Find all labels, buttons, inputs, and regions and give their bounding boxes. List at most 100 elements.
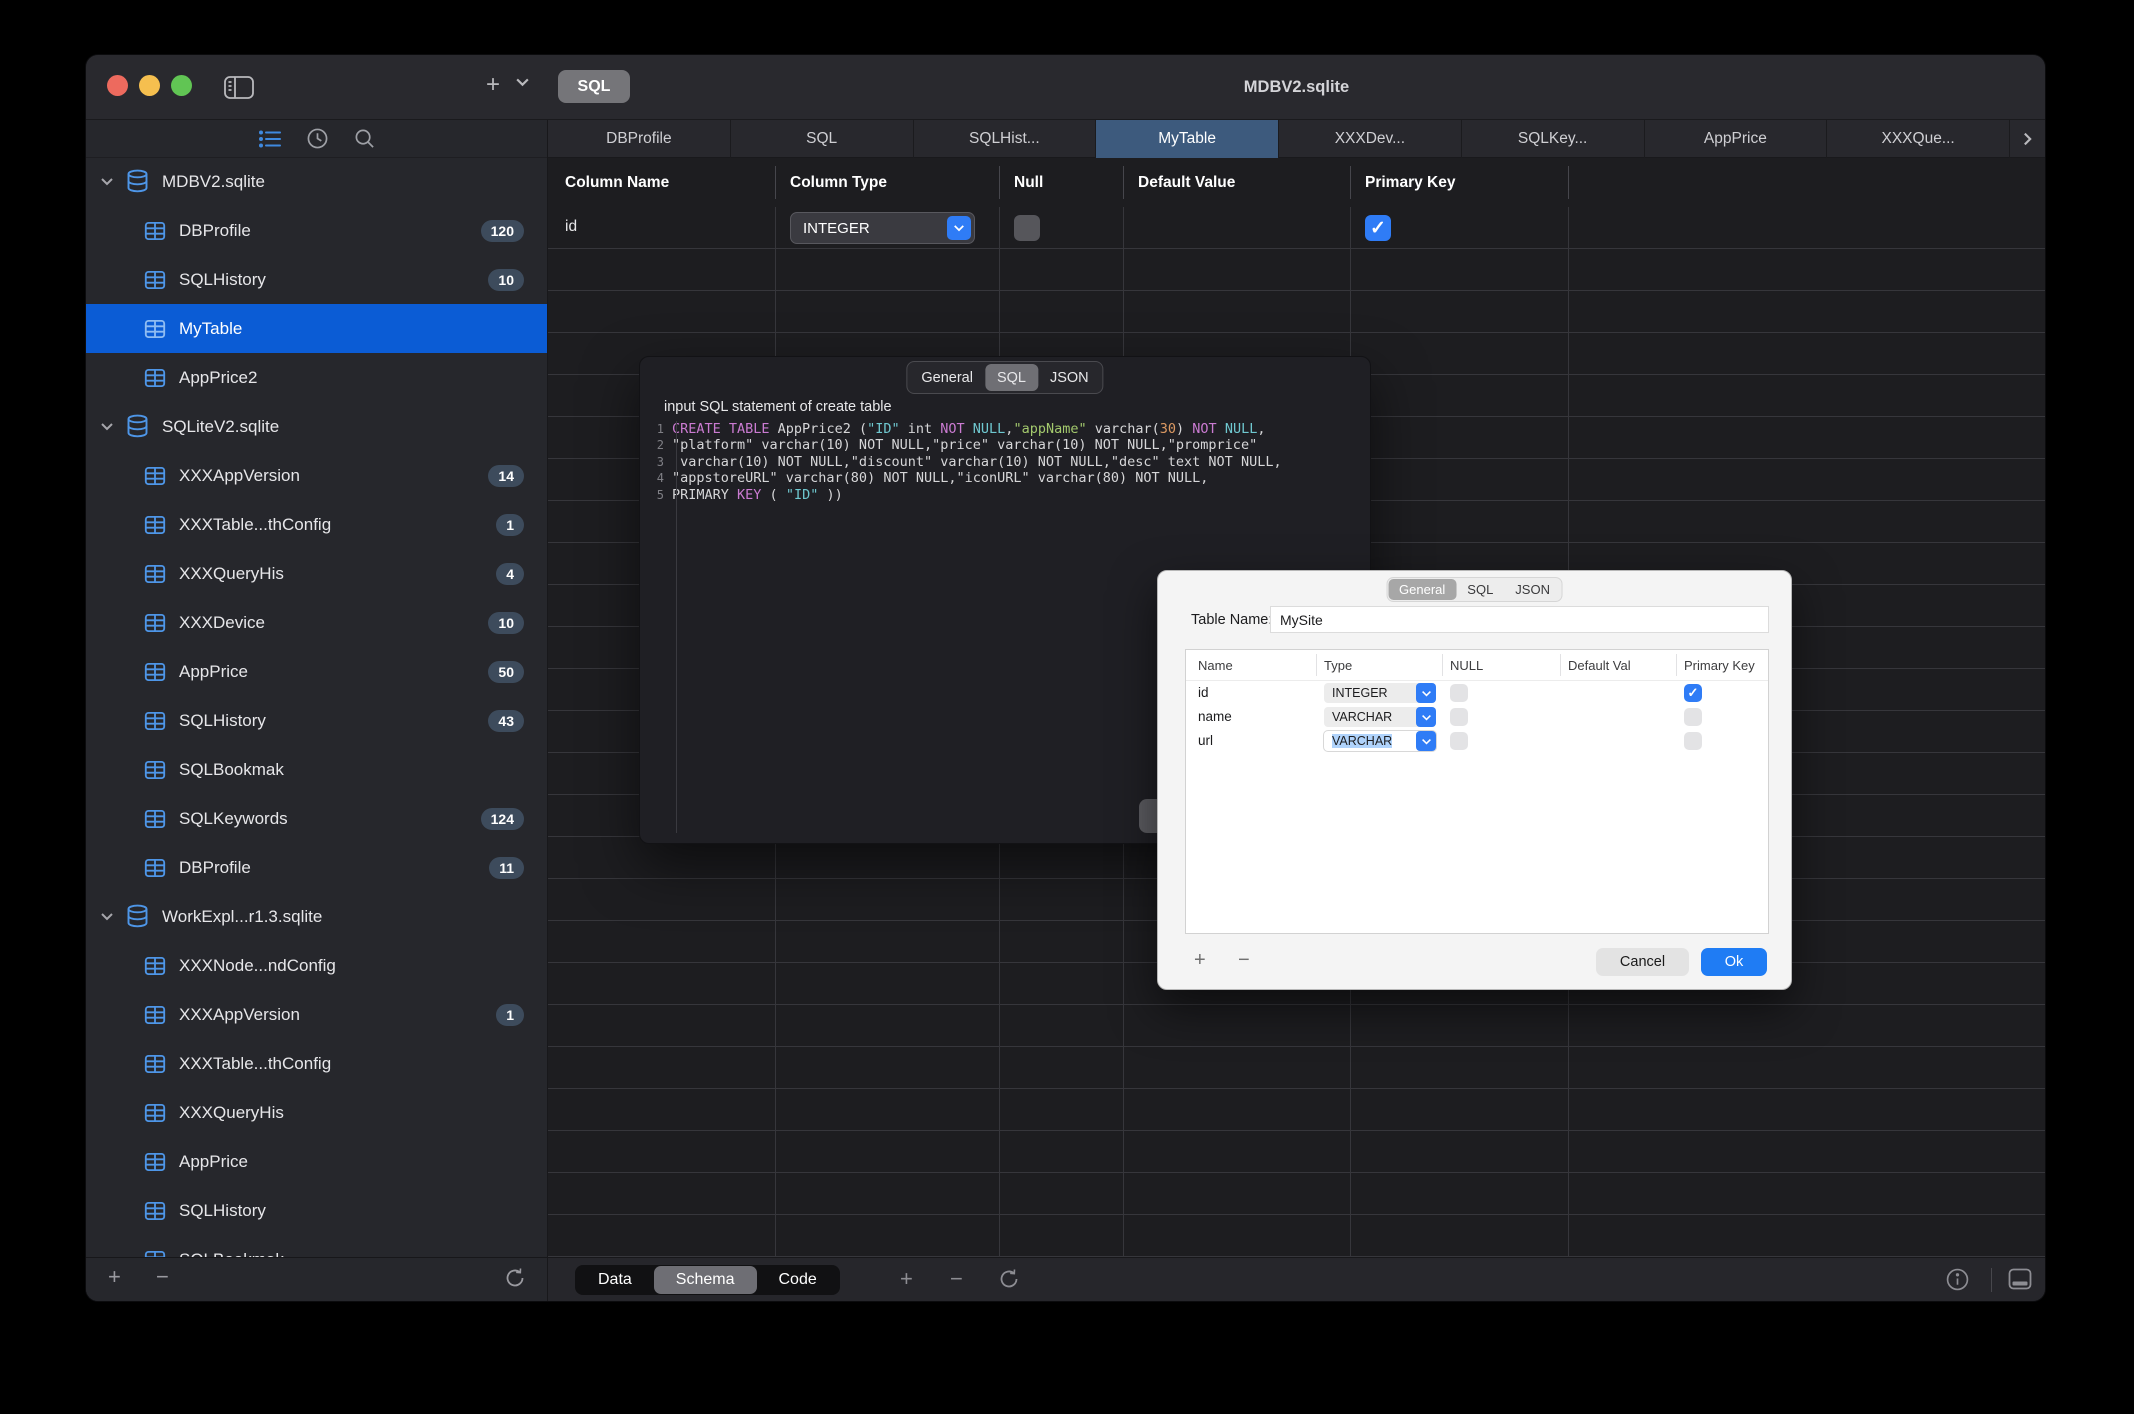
- sidebar-item-table[interactable]: XXXAppVersion 14: [86, 451, 547, 500]
- sidebar-item-table[interactable]: DBProfile 120: [86, 206, 547, 255]
- refresh-icon[interactable]: [998, 1268, 1020, 1290]
- sidebar-item-database[interactable]: MDBV2.sqlite: [86, 157, 547, 206]
- dialog-type-dropdown[interactable]: VARCHAR: [1324, 707, 1436, 727]
- tab-sqlhist[interactable]: SQLHist...: [914, 120, 1097, 158]
- chevron-down-icon[interactable]: [515, 77, 530, 87]
- table-name-field[interactable]: MySite: [1270, 606, 1769, 633]
- dialog-column-row[interactable]: url VARCHAR: [1186, 729, 1768, 753]
- sidebar-item-table[interactable]: DBProfile 11: [86, 843, 547, 892]
- table-row[interactable]: [548, 1047, 2045, 1089]
- panel-tab-json[interactable]: JSON: [1038, 364, 1101, 391]
- database-icon: [124, 903, 151, 930]
- table-icon: [142, 1100, 168, 1126]
- sidebar-item-database[interactable]: SQLiteV2.sqlite: [86, 402, 547, 451]
- table-row[interactable]: [548, 1173, 2045, 1215]
- toggle-sidebar-icon[interactable]: [224, 76, 254, 99]
- remove-column-button[interactable]: −: [950, 1266, 963, 1292]
- sidebar-item-table[interactable]: XXXQueryHis: [86, 1088, 547, 1137]
- cell-column-name[interactable]: id: [565, 218, 577, 236]
- close-window-button[interactable]: [107, 75, 128, 96]
- zoom-window-button[interactable]: [171, 75, 192, 96]
- history-clock-icon[interactable]: [307, 128, 328, 149]
- bottom-panel-icon[interactable]: [2008, 1268, 2032, 1290]
- add-column-button[interactable]: +: [900, 1266, 913, 1292]
- segment-data[interactable]: Data: [576, 1266, 654, 1294]
- add-tab-button[interactable]: +: [481, 71, 505, 99]
- dialog-primary-key-checkbox[interactable]: [1684, 732, 1702, 750]
- sidebar-item-table[interactable]: SQLHistory 10: [86, 255, 547, 304]
- primary-key-checkbox[interactable]: ✓: [1365, 215, 1391, 241]
- tab-mytable[interactable]: MyTable: [1096, 120, 1279, 158]
- code-token: "appName": [1013, 421, 1087, 437]
- list-view-icon[interactable]: [258, 130, 281, 148]
- sidebar-item-table[interactable]: XXXQueryHis 4: [86, 549, 547, 598]
- tab-appprice[interactable]: AppPrice: [1645, 120, 1828, 158]
- dialog-type-dropdown[interactable]: VARCHAR: [1324, 731, 1436, 751]
- table-row[interactable]: [548, 1089, 2045, 1131]
- sidebar-item-table[interactable]: XXXDevice 10: [86, 598, 547, 647]
- table-row[interactable]: [548, 1215, 2045, 1257]
- dialog-add-row-button[interactable]: +: [1194, 949, 1206, 972]
- sidebar-item-table[interactable]: XXXNode...ndConfig: [86, 941, 547, 990]
- dialog-remove-row-button[interactable]: −: [1238, 949, 1250, 972]
- remove-database-button[interactable]: −: [156, 1264, 169, 1290]
- ok-button[interactable]: Ok: [1701, 948, 1767, 976]
- chevron-expand-icon[interactable]: [100, 912, 116, 921]
- segment-schema[interactable]: Schema: [653, 1266, 757, 1294]
- sidebar-item-table[interactable]: AppPrice2: [86, 353, 547, 402]
- refresh-icon[interactable]: [504, 1267, 526, 1289]
- dialog-column-row[interactable]: id INTEGER ✓: [1186, 681, 1768, 705]
- tab-xxxdev[interactable]: XXXDev...: [1279, 120, 1462, 158]
- tab-overflow-button[interactable]: [2010, 120, 2045, 157]
- sidebar-item-table[interactable]: SQLKeywords 124: [86, 794, 547, 843]
- dialog-type-dropdown[interactable]: INTEGER: [1324, 683, 1436, 703]
- row-count-badge: 1: [496, 1003, 524, 1026]
- sidebar-item-label: XXXQueryHis: [179, 1102, 284, 1122]
- tab-sqlkey[interactable]: SQLKey...: [1462, 120, 1645, 158]
- sidebar-item-table[interactable]: XXXAppVersion 1: [86, 990, 547, 1039]
- sidebar-item-table[interactable]: MyTable: [86, 304, 547, 353]
- dialog-tab-segmented-control: General SQL JSON: [1386, 577, 1563, 602]
- sidebar-item-label: DBProfile: [179, 857, 251, 877]
- dialog-column-row[interactable]: name VARCHAR: [1186, 705, 1768, 729]
- dialog-tab-general[interactable]: General: [1388, 579, 1457, 600]
- table-icon: [142, 512, 168, 538]
- segment-code[interactable]: Code: [757, 1266, 839, 1294]
- sidebar-item-table[interactable]: SQLBookmak: [86, 745, 547, 794]
- null-checkbox[interactable]: [1014, 215, 1040, 241]
- panel-tab-general[interactable]: General: [909, 364, 985, 391]
- minimize-window-button[interactable]: [139, 75, 160, 96]
- sidebar-item-database[interactable]: WorkExpl...r1.3.sqlite: [86, 892, 547, 941]
- dialog-primary-key-checkbox[interactable]: ✓: [1684, 684, 1702, 702]
- chevron-expand-icon[interactable]: [100, 177, 116, 186]
- table-row[interactable]: [548, 249, 2045, 291]
- table-row[interactable]: [548, 207, 2045, 249]
- dialog-null-checkbox[interactable]: [1450, 732, 1468, 750]
- sidebar-item-table[interactable]: SQLHistory 43: [86, 696, 547, 745]
- column-type-dropdown[interactable]: INTEGER: [790, 212, 975, 244]
- sidebar-item-table[interactable]: SQLHistory: [86, 1186, 547, 1235]
- dialog-tab-json[interactable]: JSON: [1504, 579, 1561, 600]
- tab-sql[interactable]: SQL: [731, 120, 914, 158]
- add-database-button[interactable]: +: [108, 1264, 121, 1290]
- dialog-null-checkbox[interactable]: [1450, 708, 1468, 726]
- table-row[interactable]: [548, 1131, 2045, 1173]
- dialog-tab-sql[interactable]: SQL: [1456, 579, 1504, 600]
- tab-dbprofile[interactable]: DBProfile: [548, 120, 731, 158]
- sidebar-item-table[interactable]: XXXTable...thConfig 1: [86, 500, 547, 549]
- dialog-null-checkbox[interactable]: [1450, 684, 1468, 702]
- table-row[interactable]: [548, 291, 2045, 333]
- tab-xxxque[interactable]: XXXQue...: [1827, 120, 2010, 158]
- sidebar-item-table[interactable]: AppPrice 50: [86, 647, 547, 696]
- chevron-expand-icon[interactable]: [100, 422, 116, 431]
- dialog-cell-name: url: [1198, 733, 1214, 748]
- dialog-primary-key-checkbox[interactable]: [1684, 708, 1702, 726]
- sidebar-item-table[interactable]: XXXTable...thConfig: [86, 1039, 547, 1088]
- search-icon[interactable]: [354, 128, 375, 149]
- table-row[interactable]: [548, 1005, 2045, 1047]
- sidebar-item-table[interactable]: AppPrice: [86, 1137, 547, 1186]
- info-icon[interactable]: [1946, 1268, 1969, 1291]
- panel-tab-sql[interactable]: SQL: [984, 364, 1038, 391]
- cancel-button[interactable]: Cancel: [1596, 948, 1689, 976]
